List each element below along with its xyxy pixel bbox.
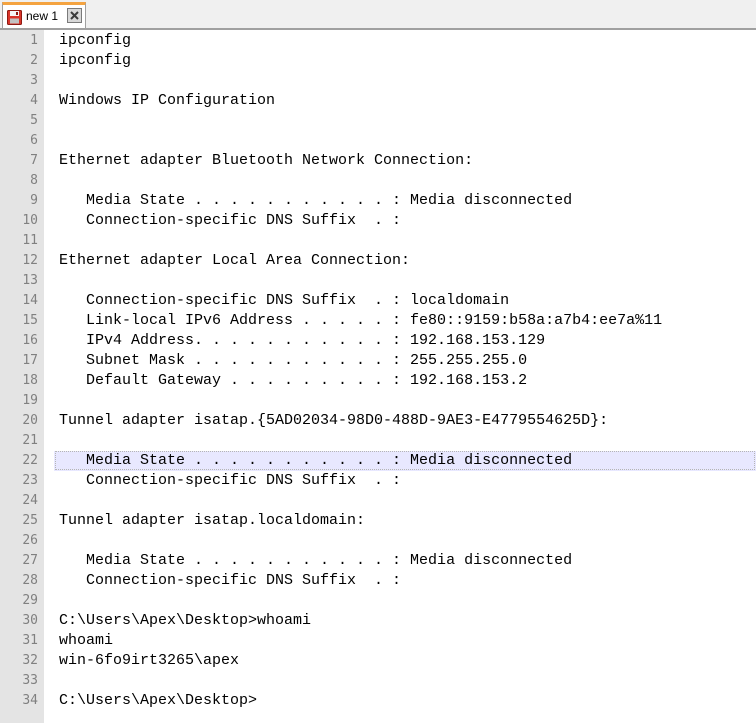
- line-number: 34: [22, 693, 38, 708]
- line-number: 22: [22, 453, 38, 468]
- line-text[interactable]: Default Gateway . . . . . . . . . : 192.…: [59, 371, 527, 391]
- line-number: 23: [22, 473, 38, 488]
- line-number: 7: [30, 153, 38, 168]
- editor-line-row[interactable]: 21: [0, 431, 756, 451]
- line-text[interactable]: whoami: [59, 631, 113, 651]
- editor-line-row[interactable]: 3: [0, 71, 756, 91]
- tab-bar: new 1: [0, 0, 756, 30]
- editor-line-row[interactable]: 2 ipconfig: [0, 51, 756, 71]
- line-text[interactable]: Windows IP Configuration: [59, 91, 275, 111]
- editor-line-row[interactable]: 26: [0, 531, 756, 551]
- editor-line-row[interactable]: 10 Connection-specific DNS Suffix . :: [0, 211, 756, 231]
- editor-line-row[interactable]: 27 Media State . . . . . . . . . . . : M…: [0, 551, 756, 571]
- editor-line-row[interactable]: 32 win-6fo9irt3265\apex: [0, 651, 756, 671]
- line-text[interactable]: Media State . . . . . . . . . . . : Medi…: [59, 451, 572, 471]
- editor-line-row[interactable]: 5: [0, 111, 756, 131]
- line-number: 10: [22, 213, 38, 228]
- editor-line-row[interactable]: 30 C:\Users\Apex\Desktop>whoami: [0, 611, 756, 631]
- line-number: 3: [30, 73, 38, 88]
- editor-line-row[interactable]: 12 Ethernet adapter Local Area Connection…: [0, 251, 756, 271]
- editor-line-row[interactable]: 24: [0, 491, 756, 511]
- editor-line-row[interactable]: 8: [0, 171, 756, 191]
- line-number: 18: [22, 373, 38, 388]
- line-text[interactable]: Ethernet adapter Local Area Connection:: [59, 251, 410, 271]
- editor-line-row[interactable]: 23 Connection-specific DNS Suffix . :: [0, 471, 756, 491]
- line-number: 16: [22, 333, 38, 348]
- line-text[interactable]: Connection-specific DNS Suffix . : local…: [59, 291, 509, 311]
- editor-line-row[interactable]: 9 Media State . . . . . . . . . . . : Me…: [0, 191, 756, 211]
- line-number: 1: [30, 33, 38, 48]
- line-number: 19: [22, 393, 38, 408]
- editor-line-row[interactable]: 11: [0, 231, 756, 251]
- line-number: 14: [22, 293, 38, 308]
- editor-line-row[interactable]: 20 Tunnel adapter isatap.{5AD02034-98D0-4…: [0, 411, 756, 431]
- line-number: 30: [22, 613, 38, 628]
- editor-line-row[interactable]: 13: [0, 271, 756, 291]
- line-number: 32: [22, 653, 38, 668]
- line-number: 29: [22, 593, 38, 608]
- editor-line-row[interactable]: 34 C:\Users\Apex\Desktop>: [0, 691, 756, 711]
- line-text[interactable]: Subnet Mask . . . . . . . . . . . : 255.…: [59, 351, 527, 371]
- line-number: 4: [30, 93, 38, 108]
- line-number: 12: [22, 253, 38, 268]
- line-text[interactable]: ipconfig: [59, 31, 131, 51]
- editor-line-row[interactable]: 4 Windows IP Configuration: [0, 91, 756, 111]
- line-number: 24: [22, 493, 38, 508]
- line-number: 20: [22, 413, 38, 428]
- line-number: 31: [22, 633, 38, 648]
- editor-line-row[interactable]: 15 Link-local IPv6 Address . . . . . : f…: [0, 311, 756, 331]
- line-text[interactable]: Connection-specific DNS Suffix . :: [59, 211, 401, 231]
- line-text[interactable]: Media State . . . . . . . . . . . : Medi…: [59, 551, 572, 571]
- line-text[interactable]: Tunnel adapter isatap.{5AD02034-98D0-488…: [59, 411, 608, 431]
- line-number: 27: [22, 553, 38, 568]
- line-text[interactable]: Connection-specific DNS Suffix . :: [59, 471, 401, 491]
- line-number: 33: [22, 673, 38, 688]
- editor-line-row[interactable]: 17 Subnet Mask . . . . . . . . . . . : 2…: [0, 351, 756, 371]
- line-text[interactable]: Connection-specific DNS Suffix . :: [59, 571, 401, 591]
- line-number: 15: [22, 313, 38, 328]
- line-text[interactable]: ipconfig: [59, 51, 131, 71]
- line-number: 25: [22, 513, 38, 528]
- editor-line-row[interactable]: 7 Ethernet adapter Bluetooth Network Conn…: [0, 151, 756, 171]
- text-editor[interactable]: 1 ipconfig 2 ipconfig 3 4 Windows IP Configura…: [0, 30, 756, 723]
- line-text[interactable]: Link-local IPv6 Address . . . . . : fe80…: [59, 311, 662, 331]
- tab-new-1[interactable]: new 1: [2, 2, 86, 29]
- line-text[interactable]: win-6fo9irt3265\apex: [59, 651, 239, 671]
- editor-line-row[interactable]: 29: [0, 591, 756, 611]
- line-number: 9: [30, 193, 38, 208]
- line-text[interactable]: Tunnel adapter isatap.localdomain:: [59, 511, 365, 531]
- line-number: 11: [22, 233, 38, 248]
- close-icon[interactable]: [67, 8, 82, 23]
- line-text[interactable]: Media State . . . . . . . . . . . : Medi…: [59, 191, 572, 211]
- editor-line-row[interactable]: 25 Tunnel adapter isatap.localdomain:: [0, 511, 756, 531]
- editor-line-row[interactable]: 19: [0, 391, 756, 411]
- editor-line-row[interactable]: 6: [0, 131, 756, 151]
- line-number: 17: [22, 353, 38, 368]
- line-number: 13: [22, 273, 38, 288]
- editor-line-row[interactable]: 18 Default Gateway . . . . . . . . . : 1…: [0, 371, 756, 391]
- line-number: 2: [30, 53, 38, 68]
- editor-line-row[interactable]: 28 Connection-specific DNS Suffix . :: [0, 571, 756, 591]
- editor-line-row[interactable]: 14 Connection-specific DNS Suffix . : lo…: [0, 291, 756, 311]
- tab-label: new 1: [26, 9, 59, 23]
- line-number: 5: [30, 113, 38, 128]
- editor-line-row[interactable]: 16 IPv4 Address. . . . . . . . . . . : 1…: [0, 331, 756, 351]
- line-text[interactable]: Ethernet adapter Bluetooth Network Conne…: [59, 151, 473, 171]
- line-number: 28: [22, 573, 38, 588]
- line-number: 26: [22, 533, 38, 548]
- editor-line-row[interactable]: 33: [0, 671, 756, 691]
- line-text[interactable]: IPv4 Address. . . . . . . . . . . : 192.…: [59, 331, 545, 351]
- editor-line-row[interactable]: 1 ipconfig: [0, 31, 756, 51]
- line-number: 6: [30, 133, 38, 148]
- line-number: 8: [30, 173, 38, 188]
- current-line-row[interactable]: 22 Media State . . . . . . . . . . . : M…: [0, 451, 756, 471]
- save-disk-icon: [7, 10, 22, 25]
- line-text[interactable]: C:\Users\Apex\Desktop>whoami: [59, 611, 311, 631]
- editor-line-row[interactable]: 31 whoami: [0, 631, 756, 651]
- line-text[interactable]: C:\Users\Apex\Desktop>: [59, 691, 257, 711]
- line-number: 21: [22, 433, 38, 448]
